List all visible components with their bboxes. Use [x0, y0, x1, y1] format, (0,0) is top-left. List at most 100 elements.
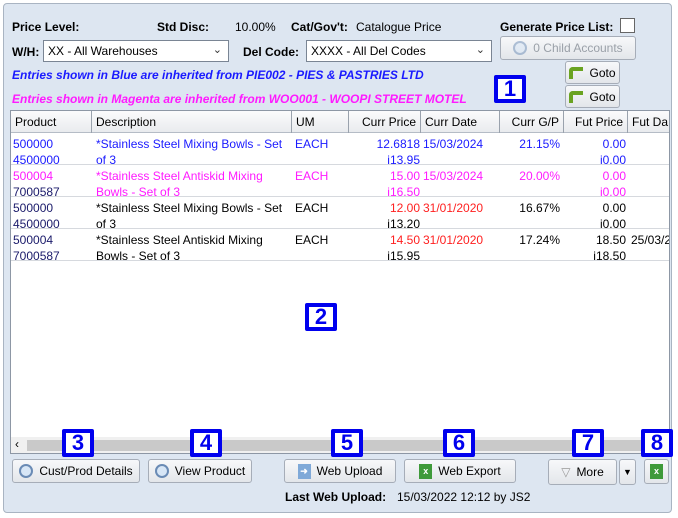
price-level-label: Price Level:	[12, 20, 80, 34]
magnifier-icon	[154, 464, 169, 478]
more-label: More	[576, 465, 604, 479]
cell-curr-price: 15.00	[389, 169, 420, 183]
warehouse-select[interactable]: XX - All Warehouses ⌄	[43, 40, 229, 62]
cell-fut-price: 0.00	[602, 137, 626, 151]
cell-fut-price: 18.50	[595, 233, 626, 247]
del-code-value: XXXX - All Del Codes	[311, 44, 426, 58]
more-dropdown-button[interactable]: ▼	[619, 459, 636, 485]
last-upload-label: Last Web Upload:	[285, 490, 387, 504]
cell-curr-price-inc: i15.95	[387, 249, 420, 263]
web-export-label: Web Export	[438, 464, 501, 478]
cell-fut-date: 25/03/2	[631, 233, 670, 247]
cell-description: *Stainless Steel Mixing Bowls - Set	[96, 201, 283, 215]
cell-um: EACH	[295, 169, 329, 183]
del-code-select[interactable]: XXXX - All Del Codes ⌄	[306, 40, 492, 62]
web-export-button[interactable]: x Web Export	[404, 459, 516, 483]
cell-product: 500000	[13, 137, 54, 151]
view-product-button[interactable]: View Product	[148, 459, 252, 483]
cell-curr-gp: 21.15%	[519, 137, 560, 151]
std-disc-label: Std Disc:	[157, 20, 210, 34]
cell-product: 500004	[13, 233, 54, 247]
magnifier-icon	[19, 464, 34, 478]
col-fut-date[interactable]: Fut Da	[628, 111, 669, 133]
cell-product: 500000	[13, 201, 54, 215]
cell-um: EACH	[295, 201, 329, 215]
cell-curr-date: 31/01/2020	[423, 233, 484, 247]
badge-4: 4	[190, 429, 222, 457]
last-upload-value: 15/03/2022 12:12 by JS2	[397, 490, 531, 504]
cell-um: EACH	[295, 137, 329, 151]
table-row[interactable]: 500004 7000587 *Stainless Steel Antiskid M…	[11, 165, 669, 199]
table-header: Product Description UM Curr Price Curr D…	[11, 111, 669, 133]
cell-curr-gp: 20.00%	[519, 169, 560, 183]
cat-gov-label: Cat/Gov't:	[291, 20, 348, 34]
cell-curr-gp: 17.24%	[519, 233, 560, 247]
table-row[interactable]: 500000 4500000 *Stainless Steel Mixing Bow…	[11, 197, 669, 231]
cat-gov-value: Catalogue Price	[356, 20, 442, 34]
col-curr-date[interactable]: Curr Date	[421, 111, 500, 133]
web-upload-label: Web Upload	[316, 464, 383, 478]
cell-code: 7000587	[13, 249, 60, 263]
scroll-left-icon[interactable]: ‹	[15, 437, 19, 451]
cell-fut-price: 0.00	[602, 201, 626, 215]
wh-label: W/H:	[12, 45, 40, 59]
more-button[interactable]: ▽ More	[548, 459, 617, 485]
web-upload-button[interactable]: ➜ Web Upload	[284, 459, 396, 483]
col-um[interactable]: UM	[292, 111, 349, 133]
generate-price-list-label: Generate Price List:	[500, 20, 614, 34]
cell-description: *Stainless Steel Antiskid Mixing	[96, 233, 263, 247]
goto-label: Goto	[589, 89, 616, 104]
price-table: Product Description UM Curr Price Curr D…	[10, 110, 670, 454]
badge-3: 3	[62, 429, 94, 457]
badge-5: 5	[331, 429, 363, 457]
badge-6: 6	[443, 429, 475, 457]
del-code-label: Del Code:	[243, 45, 300, 59]
info-magenta-text: Entries shown in Magenta are inherited f…	[12, 92, 467, 106]
excel-icon: x	[650, 464, 663, 479]
col-fut-price[interactable]: Fut Price	[564, 111, 628, 133]
col-curr-price[interactable]: Curr Price	[349, 111, 421, 133]
warehouse-value: XX - All Warehouses	[48, 44, 158, 58]
child-accounts-label: 0 Child Accounts	[533, 41, 623, 55]
chevron-down-icon: ⌄	[475, 44, 485, 56]
col-product[interactable]: Product	[11, 111, 92, 133]
cell-description-line2: Bowls - Set of 3	[96, 249, 181, 263]
cell-curr-date: 15/03/2024	[423, 137, 484, 151]
cell-curr-price: 14.50	[389, 233, 420, 247]
cell-curr-price: 12.6818	[376, 137, 420, 151]
cell-curr-gp: 16.67%	[519, 201, 560, 215]
badge-7: 7	[572, 429, 604, 457]
cell-fut-price: 0.00	[602, 169, 626, 183]
goto-magenta-button[interactable]: Goto	[565, 85, 620, 108]
caret-down-icon: ▼	[623, 467, 632, 477]
col-curr-gp[interactable]: Curr G/P	[500, 111, 564, 133]
badge-8: 8	[641, 429, 673, 457]
cell-fut-price-inc: i18.50	[593, 249, 626, 263]
goto-blue-button[interactable]: Goto	[565, 61, 620, 84]
child-accounts-button[interactable]: 0 Child Accounts	[500, 36, 636, 60]
magnifier-icon	[513, 41, 528, 55]
goto-arrow-icon	[569, 66, 584, 79]
triangle-down-icon: ▽	[561, 465, 571, 479]
cell-description: *Stainless Steel Antiskid Mixing	[96, 169, 263, 183]
badge-1: 1	[494, 75, 526, 103]
table-row[interactable]: 500004 7000587 *Stainless Steel Antiskid M…	[11, 229, 670, 263]
badge-2: 2	[305, 303, 337, 331]
generate-price-list-checkbox[interactable]	[620, 18, 635, 33]
std-disc-value: 10.00%	[235, 20, 276, 34]
cell-curr-price: 12.00	[389, 201, 420, 215]
upload-icon: ➜	[297, 463, 311, 479]
excel-icon: x	[419, 463, 433, 479]
table-row[interactable]: 500000 4500000 *Stainless Steel Mixing Bow…	[11, 133, 669, 167]
cell-product: 500004	[13, 169, 54, 183]
goto-arrow-icon	[569, 90, 584, 103]
excel-export-button[interactable]: x	[644, 459, 669, 484]
cell-um: EACH	[295, 233, 329, 247]
cell-description: *Stainless Steel Mixing Bowls - Set	[96, 137, 283, 151]
col-description[interactable]: Description	[92, 111, 292, 133]
cell-curr-date: 15/03/2024	[423, 169, 484, 183]
cell-curr-date: 31/01/2020	[423, 201, 484, 215]
chevron-down-icon: ⌄	[212, 44, 222, 56]
cust-prod-details-button[interactable]: Cust/Prod Details	[12, 459, 140, 483]
goto-label: Goto	[589, 65, 616, 80]
